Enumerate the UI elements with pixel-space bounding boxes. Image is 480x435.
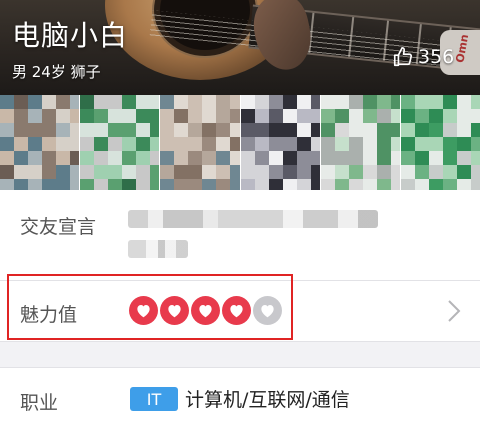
- occupation-badge: IT: [130, 387, 178, 411]
- photo-thumbnail[interactable]: [0, 95, 81, 190]
- divider: [0, 341, 480, 342]
- photo-thumbnail[interactable]: [240, 95, 321, 190]
- photo-thumbnail[interactable]: [320, 95, 401, 190]
- occupation-value: 计算机/互联网/通信: [185, 389, 350, 411]
- declaration-label: 交友宣言: [20, 216, 97, 238]
- profile-header: Omn 电脑小白 男 24岁 狮子 356: [0, 0, 480, 95]
- charm-highlight-box: [7, 274, 293, 340]
- profile-name: 电脑小白: [12, 19, 129, 52]
- divider: [0, 367, 480, 368]
- photo-thumbnail[interactable]: [160, 95, 241, 190]
- declaration-text-blurred-line2: [128, 240, 188, 258]
- brand-mark: Omn: [453, 33, 472, 64]
- likes-button[interactable]: 356: [392, 46, 454, 68]
- occupation-label: 职业: [20, 392, 59, 414]
- likes-count: 356: [418, 46, 455, 68]
- profile-meta: 男 24岁 狮子: [12, 63, 101, 81]
- chevron-right-icon[interactable]: [445, 298, 463, 324]
- profile-page: Omn 电脑小白 男 24岁 狮子 356 交友宣言 魅力值 职业 IT 计算机…: [0, 0, 480, 435]
- photo-thumbnail[interactable]: [400, 95, 480, 190]
- declaration-text-blurred: [128, 210, 378, 228]
- thumbs-up-icon: [393, 47, 413, 67]
- declaration-row: 交友宣言: [0, 190, 480, 280]
- photo-thumbnail[interactable]: [80, 95, 161, 190]
- photo-strip: [0, 95, 480, 190]
